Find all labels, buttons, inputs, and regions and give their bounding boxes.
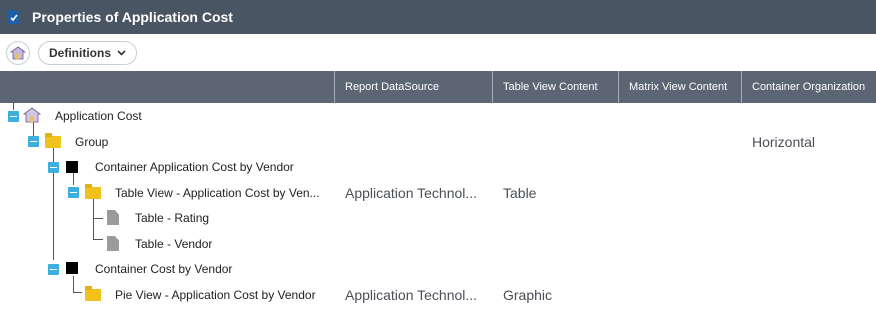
- toolbar: Definitions: [0, 34, 876, 71]
- chevron-down-icon: [117, 48, 126, 59]
- cell-table-view-content: Table: [503, 185, 537, 201]
- tree-node-table-view[interactable]: Table View - Application Cost by Ven...: [115, 186, 320, 200]
- tree-connector: [93, 218, 103, 219]
- folder-icon: [85, 184, 101, 199]
- definitions-dropdown[interactable]: Definitions: [38, 41, 137, 65]
- tree-connector: [93, 199, 94, 239]
- tree-connector: [13, 103, 14, 110]
- tree-node-group[interactable]: Group: [75, 135, 108, 149]
- tree-connector: [73, 292, 82, 293]
- cell-report-datasource: Application Technol...: [345, 287, 478, 303]
- column-header-row: Report DataSource Table View Content Mat…: [0, 71, 876, 103]
- title-bar: Properties of Application Cost: [0, 0, 876, 34]
- column-header-matrix-view-content[interactable]: Matrix View Content: [618, 71, 741, 103]
- collapse-toggle-table-view[interactable]: [68, 187, 79, 198]
- folder-icon: [85, 286, 101, 301]
- collapse-toggle-group[interactable]: [28, 136, 39, 147]
- tree-node-table-vendor[interactable]: Table - Vendor: [135, 237, 212, 251]
- definitions-label: Definitions: [49, 46, 111, 60]
- folder-icon: [45, 133, 61, 148]
- black-square-icon: [66, 161, 78, 173]
- collapse-toggle-root[interactable]: [8, 111, 19, 122]
- collapse-toggle-container-1[interactable]: [48, 162, 59, 173]
- column-header-container-organization[interactable]: Container Organization: [741, 71, 876, 103]
- column-header-table-view-content[interactable]: Table View Content: [492, 71, 618, 103]
- tree-node-application-cost[interactable]: Application Cost: [55, 109, 142, 123]
- tree-node-table-rating[interactable]: Table - Rating: [135, 211, 209, 225]
- column-header-name[interactable]: [0, 71, 334, 103]
- cell-report-datasource: Application Technol...: [345, 185, 478, 201]
- window-title: Properties of Application Cost: [32, 9, 233, 25]
- collapse-toggle-container-2[interactable]: [48, 264, 59, 275]
- properties-tree: Application Cost Group Horizontal Contai…: [0, 103, 876, 318]
- report-house-icon[interactable]: [6, 41, 30, 65]
- cell-table-view-content: Graphic: [503, 287, 553, 303]
- column-header-report-datasource[interactable]: Report DataSource: [334, 71, 492, 103]
- tree-connector: [73, 173, 74, 185]
- tree-connector: [93, 239, 103, 240]
- tree-node-pie-view[interactable]: Pie View - Application Cost by Vendor: [115, 288, 316, 302]
- cell-container-organization: Horizontal: [752, 134, 816, 150]
- black-square-icon: [66, 262, 78, 274]
- report-house-icon: [22, 107, 42, 128]
- tree-connector: [73, 276, 74, 292]
- document-icon: [107, 210, 119, 225]
- tree-node-container-cost-by-vendor[interactable]: Container Cost by Vendor: [95, 262, 232, 276]
- document-check-icon: [7, 9, 21, 25]
- tree-node-container-application-cost[interactable]: Container Application Cost by Vendor: [95, 160, 294, 174]
- document-icon: [107, 236, 119, 251]
